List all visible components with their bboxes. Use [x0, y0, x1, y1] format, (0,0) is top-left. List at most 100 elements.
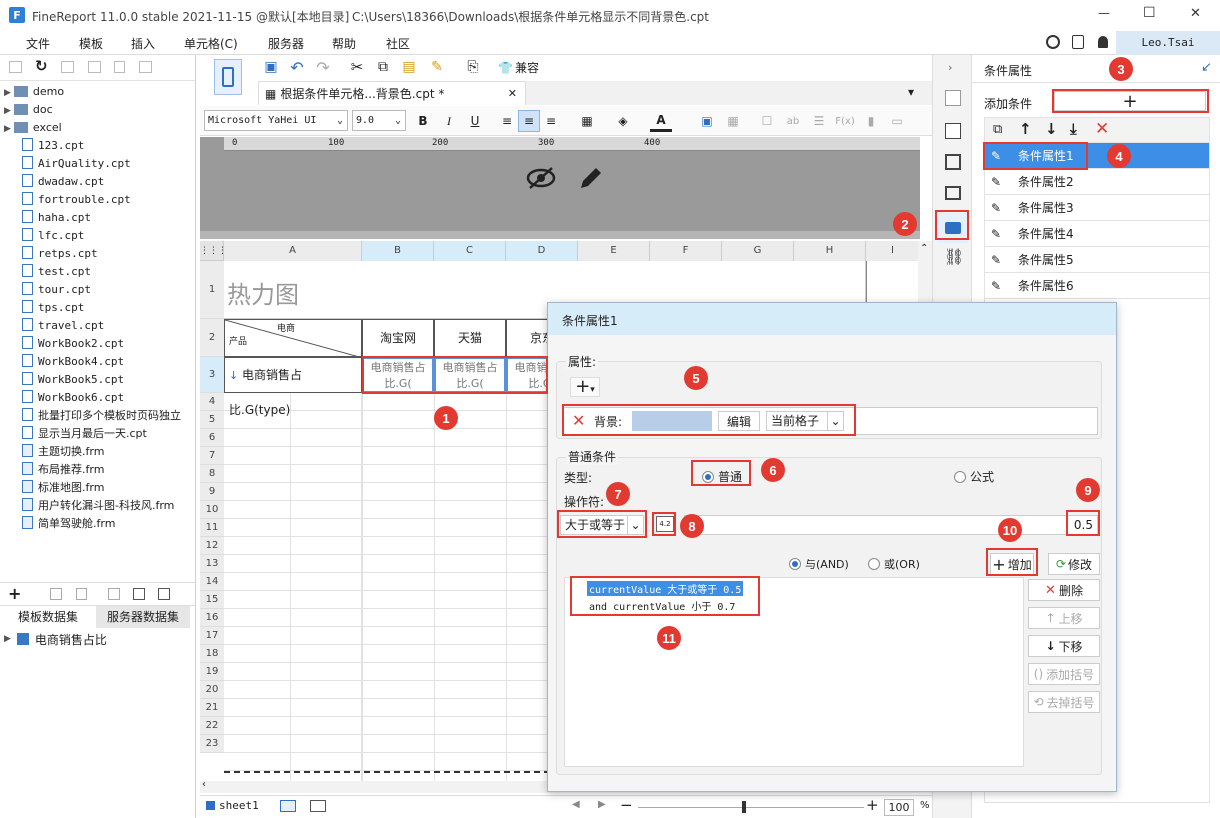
settings-icon[interactable] — [88, 61, 101, 73]
user-name[interactable]: Leo.Tsai — [1116, 31, 1220, 55]
modify-condition-button[interactable]: ⟳ 修改 — [1048, 553, 1100, 575]
bell-icon[interactable] — [1098, 36, 1108, 48]
tree-file[interactable]: retps.cpt — [22, 245, 98, 263]
row-header[interactable]: 6 — [200, 429, 224, 447]
widget-icon[interactable] — [945, 186, 961, 200]
col-header-h[interactable]: H — [794, 241, 866, 261]
tree-file[interactable]: 用户转化漏斗图-科技风.frm — [22, 497, 174, 515]
tree-folder-doc[interactable]: ▶ doc — [4, 101, 53, 119]
delete-condition-button[interactable]: ✕ 删除 — [1028, 579, 1100, 601]
tree-file[interactable]: WorkBook6.cpt — [22, 389, 124, 407]
tree-file[interactable]: 123.cpt — [22, 137, 84, 155]
export-icon[interactable] — [158, 588, 170, 600]
template-icon[interactable] — [61, 61, 74, 73]
tab-server-dataset[interactable]: 服务器数据集 — [96, 606, 190, 628]
font-color-icon[interactable]: A — [650, 110, 672, 132]
row-header[interactable]: 19 — [200, 663, 224, 681]
italic-icon[interactable]: I — [438, 110, 460, 132]
row-header[interactable]: 18 — [200, 645, 224, 663]
edit-pencil-icon[interactable] — [576, 163, 606, 193]
next-sheet-icon[interactable]: ▶ — [598, 799, 606, 810]
col-header-g[interactable]: G — [722, 241, 794, 261]
minimize-button[interactable]: — — [1098, 6, 1110, 20]
align-center-icon[interactable]: ≡ — [518, 110, 540, 132]
tree-file[interactable]: tps.cpt — [22, 299, 84, 317]
format-brush-icon[interactable]: ✎ — [426, 56, 448, 78]
delete-icon[interactable] — [114, 61, 125, 73]
scroll-up-icon[interactable]: ⌃ — [920, 243, 928, 254]
tab-menu-icon[interactable]: ▾ — [908, 85, 914, 99]
tree-file[interactable]: WorkBook4.cpt — [22, 353, 124, 371]
tree-file[interactable]: tour.cpt — [22, 281, 91, 299]
tree-file[interactable]: WorkBook5.cpt — [22, 371, 124, 389]
scroll-left-icon[interactable]: ‹ — [202, 779, 206, 790]
type-formula-radio[interactable]: 公式 — [954, 468, 994, 485]
template-params-icon[interactable]: ⎘ — [462, 56, 484, 78]
widget-settings-icon[interactable] — [945, 123, 961, 139]
copy-icon[interactable]: ⧉ — [372, 56, 394, 78]
paste-icon[interactable]: ▤ — [398, 56, 420, 78]
row-header[interactable]: 15 — [200, 591, 224, 609]
row-header[interactable]: 9 — [200, 483, 224, 501]
remove-bracket-button[interactable]: ⟲ 去掉括号 — [1028, 691, 1100, 713]
fill-color-icon[interactable]: ◈ — [612, 110, 634, 132]
zoom-slider-thumb[interactable] — [742, 801, 746, 813]
col-header-i[interactable]: I — [866, 241, 920, 261]
tree-file[interactable]: 简单驾驶舱.frm — [22, 515, 115, 533]
header-cell-tmall[interactable]: 天猫 — [434, 319, 506, 357]
col-header-b[interactable]: B — [362, 241, 434, 261]
tree-file[interactable]: 布局推荐.frm — [22, 461, 104, 479]
tree-folder-excel[interactable]: ▶ excel — [4, 119, 62, 137]
or-radio[interactable]: 或(OR) — [868, 556, 920, 572]
redo-icon[interactable]: ↷ — [312, 56, 334, 78]
cell-attr-icon[interactable] — [945, 90, 961, 106]
dataset-settings-icon[interactable] — [133, 588, 145, 600]
operand-input[interactable]: 0.5 — [684, 515, 1098, 535]
row-header[interactable]: 13 — [200, 555, 224, 573]
tree-file[interactable]: haha.cpt — [22, 209, 91, 227]
delete-icon[interactable] — [76, 588, 87, 600]
insert-text-icon[interactable]: ☐ — [756, 110, 778, 132]
dataset-item[interactable]: ▶ 电商销售占比 — [4, 630, 107, 648]
menu-community[interactable]: 社区 — [386, 35, 410, 52]
tree-file[interactable]: lfc.cpt — [22, 227, 84, 245]
row-header[interactable]: 7 — [200, 447, 224, 465]
undo-icon[interactable]: ↶ — [286, 56, 308, 78]
add-dataset-icon[interactable]: + — [8, 584, 21, 603]
menu-insert[interactable]: 插入 — [131, 35, 155, 52]
search-icon[interactable] — [1046, 35, 1060, 49]
pin-icon[interactable]: ↙ — [1201, 60, 1212, 75]
row-header[interactable]: 2 — [200, 319, 224, 357]
tree-file[interactable]: WorkBook2.cpt — [22, 335, 124, 353]
tree-file[interactable]: AirQuality.cpt — [22, 155, 131, 173]
align-right-icon[interactable]: ≡ — [540, 110, 562, 132]
col-header-c[interactable]: C — [434, 241, 506, 261]
insert-rich-icon[interactable]: ☰ — [808, 110, 830, 132]
row-header[interactable]: 4 — [200, 393, 224, 411]
header-diagonal-cell[interactable]: 电商 产品 — [224, 319, 363, 358]
insert-image-icon[interactable]: ▭ — [886, 110, 908, 132]
menu-template[interactable]: 模板 — [79, 35, 103, 52]
row-header[interactable]: 21 — [200, 699, 224, 717]
menu-server[interactable]: 服务器 — [268, 35, 304, 52]
split-icon[interactable]: ▦ — [722, 110, 744, 132]
col-header-d[interactable]: D — [506, 241, 578, 261]
preview-button[interactable] — [214, 59, 242, 95]
add-sheet-icon[interactable] — [280, 800, 296, 812]
row-header[interactable]: 8 — [200, 465, 224, 483]
add-bracket-button[interactable]: () 添加括号 — [1028, 663, 1100, 685]
cut-icon[interactable]: ✂ — [346, 56, 368, 78]
hyperlink-icon[interactable]: ⛓ — [944, 247, 964, 266]
font-select[interactable]: Microsoft YaHei UI ⌄ — [204, 110, 348, 131]
row-header[interactable]: 22 — [200, 717, 224, 735]
tree-file[interactable]: travel.cpt — [22, 317, 104, 335]
move-up-button[interactable]: ↑ 上移 — [1028, 607, 1100, 629]
zoom-input[interactable]: 100 — [884, 799, 914, 816]
tree-folder-demo[interactable]: ▶ demo — [4, 83, 64, 101]
zoom-out-button[interactable]: − — [620, 796, 633, 814]
row-header[interactable]: 14 — [200, 573, 224, 591]
zoom-in-button[interactable]: + — [866, 796, 879, 814]
align-left-icon[interactable]: ≡ — [496, 110, 518, 132]
tree-file[interactable]: 显示当月最后一天.cpt — [22, 425, 147, 443]
notes-icon[interactable] — [1072, 35, 1084, 49]
